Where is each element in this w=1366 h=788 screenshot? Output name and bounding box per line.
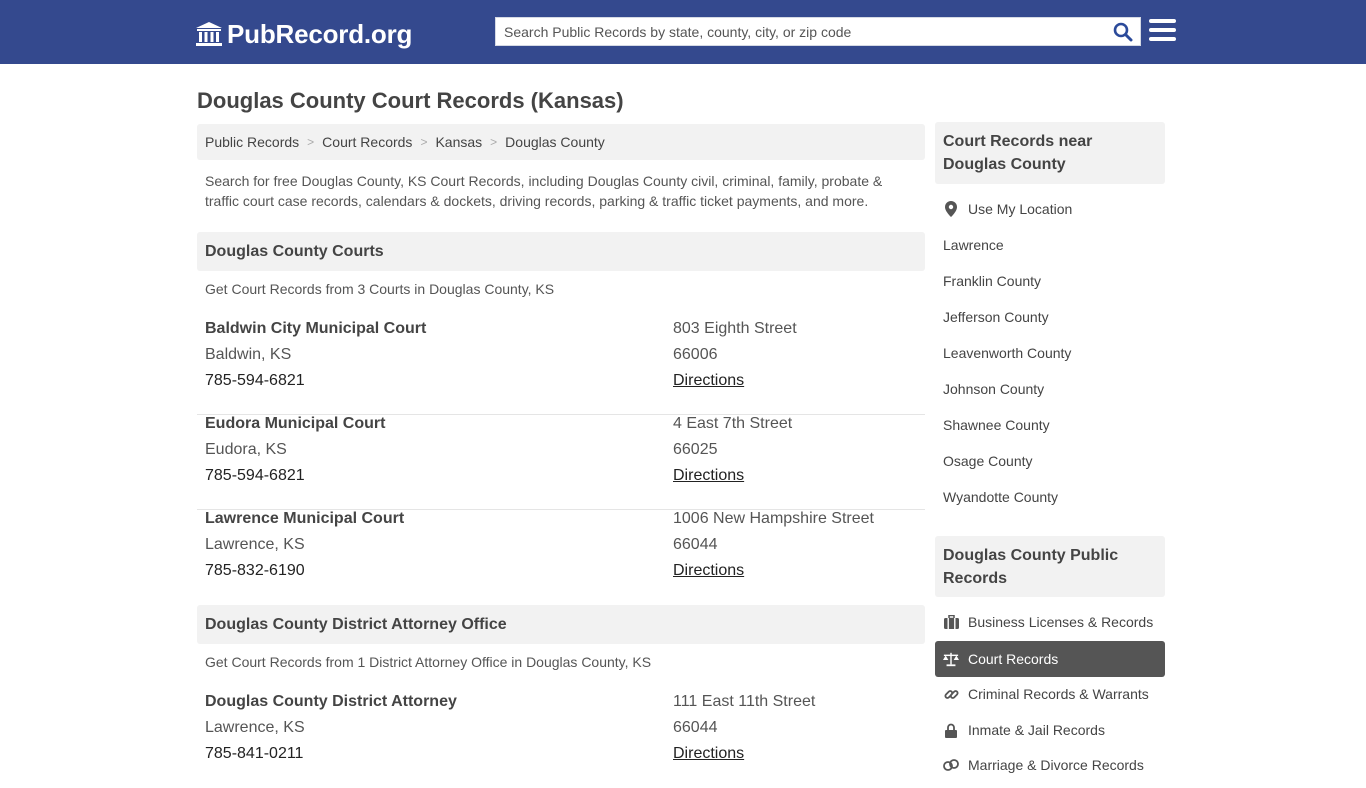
chevron-right-icon: >: [420, 135, 428, 149]
court-city: Lawrence, KS: [205, 536, 305, 553]
sidebar-item-label: Criminal Records & Warrants: [968, 686, 1149, 702]
court-city: Eudora, KS: [205, 441, 287, 458]
nearby-link-lawrence[interactable]: Lawrence: [943, 237, 1004, 253]
breadcrumb-douglas-county[interactable]: Douglas County: [505, 134, 605, 150]
sidebar-item-label: Court Records: [968, 651, 1059, 667]
breadcrumb: Public Records > Court Records > Kansas …: [197, 124, 925, 160]
page-title: Douglas County Court Records (Kansas): [197, 88, 624, 113]
court-listing: Lawrence Municipal Court Lawrence, KS 78…: [197, 510, 925, 605]
menu-bar-icon: [1149, 19, 1176, 23]
sidebar-item-label: Inmate & Jail Records: [968, 722, 1105, 738]
search-icon: [1113, 22, 1133, 41]
scales-icon: [943, 651, 959, 667]
court-phone[interactable]: 785-841-0211: [205, 745, 303, 763]
da-section-subtitle: Get Court Records from 1 District Attorn…: [205, 654, 652, 670]
court-phone[interactable]: 785-832-6190: [205, 562, 305, 580]
logo-text: PubRecord.org: [227, 18, 413, 49]
court-name: Eudora Municipal Court: [205, 415, 386, 432]
breadcrumb-kansas[interactable]: Kansas: [435, 134, 482, 150]
court-city: Lawrence, KS: [205, 719, 305, 736]
court-name: Douglas County District Attorney: [205, 693, 457, 710]
nearby-link-osage-county[interactable]: Osage County: [943, 453, 1033, 469]
map-pin-icon: [943, 201, 959, 217]
sidebar-item-criminal-records[interactable]: Criminal Records & Warrants: [943, 686, 1149, 702]
intro-text: Search for free Douglas County, KS Court…: [205, 173, 883, 209]
site-logo[interactable]: PubRecord.org: [195, 18, 412, 50]
da-section-heading: Douglas County District Attorney Office: [197, 605, 925, 644]
nearby-heading: Court Records near Douglas County: [935, 122, 1165, 184]
directions-link[interactable]: Directions: [673, 467, 744, 485]
courts-section-subtitle: Get Court Records from 3 Courts in Dougl…: [205, 281, 555, 297]
court-zip: 66025: [673, 441, 718, 458]
menu-bar-icon: [1149, 28, 1176, 32]
briefcase-icon: [943, 614, 959, 630]
sidebar-item-marriage-records[interactable]: Marriage & Divorce Records: [943, 757, 1144, 773]
courts-section-heading: Douglas County Courts: [197, 232, 925, 271]
use-my-location-label: Use My Location: [968, 201, 1073, 217]
rings-icon: [943, 757, 959, 773]
court-zip: 66044: [673, 536, 718, 553]
court-phone[interactable]: 785-594-6821: [205, 467, 305, 485]
link-icon: [943, 686, 959, 702]
hamburger-menu-button[interactable]: [1149, 19, 1176, 43]
public-records-heading: Douglas County Public Records: [935, 536, 1165, 597]
nearby-link-wyandotte-county[interactable]: Wyandotte County: [943, 489, 1058, 505]
use-my-location-link[interactable]: Use My Location: [943, 201, 1072, 217]
court-street: 111 East 11th Street: [673, 693, 816, 710]
breadcrumb-public-records[interactable]: Public Records: [205, 134, 299, 150]
chevron-right-icon: >: [307, 135, 315, 149]
nearby-link-leavenworth-county[interactable]: Leavenworth County: [943, 345, 1071, 361]
lock-icon: [943, 722, 959, 738]
sidebar-item-label: Business Licenses & Records: [968, 614, 1154, 630]
nearby-link-johnson-county[interactable]: Johnson County: [943, 381, 1044, 397]
court-name: Lawrence Municipal Court: [205, 510, 405, 527]
nearby-link-franklin-county[interactable]: Franklin County: [943, 273, 1041, 289]
top-navigation-bar: PubRecord.org: [0, 0, 1366, 64]
court-city: Baldwin, KS: [205, 346, 292, 363]
court-listing: Baldwin City Municipal Court Baldwin, KS…: [197, 320, 925, 415]
court-zip: 66044: [673, 719, 718, 736]
court-name: Baldwin City Municipal Court: [205, 320, 427, 337]
directions-link[interactable]: Directions: [673, 562, 744, 580]
directions-link[interactable]: Directions: [673, 745, 744, 763]
sidebar-item-label: Marriage & Divorce Records: [968, 757, 1144, 773]
sidebar-item-inmate-records[interactable]: Inmate & Jail Records: [943, 722, 1105, 738]
court-zip: 66006: [673, 346, 718, 363]
sidebar-item-business-licenses[interactable]: Business Licenses & Records: [943, 614, 1153, 630]
court-street: 1006 New Hampshire Street: [673, 510, 874, 527]
menu-bar-icon: [1149, 37, 1176, 41]
chevron-right-icon: >: [490, 135, 498, 149]
court-phone[interactable]: 785-594-6821: [205, 372, 305, 390]
nearby-link-shawnee-county[interactable]: Shawnee County: [943, 417, 1050, 433]
search-bar: [495, 17, 1141, 46]
courthouse-icon: [196, 22, 222, 46]
directions-link[interactable]: Directions: [673, 372, 744, 390]
court-listing: Eudora Municipal Court Eudora, KS 785-59…: [197, 415, 925, 510]
court-street: 803 Eighth Street: [673, 320, 797, 337]
breadcrumb-court-records[interactable]: Court Records: [322, 134, 412, 150]
nearby-link-jefferson-county[interactable]: Jefferson County: [943, 309, 1049, 325]
court-listing: Douglas County District Attorney Lawrenc…: [197, 693, 925, 788]
search-input[interactable]: [496, 18, 1106, 45]
court-street: 4 East 7th Street: [673, 415, 793, 432]
search-button[interactable]: [1106, 18, 1140, 45]
sidebar-item-court-records[interactable]: Court Records: [935, 641, 1165, 677]
